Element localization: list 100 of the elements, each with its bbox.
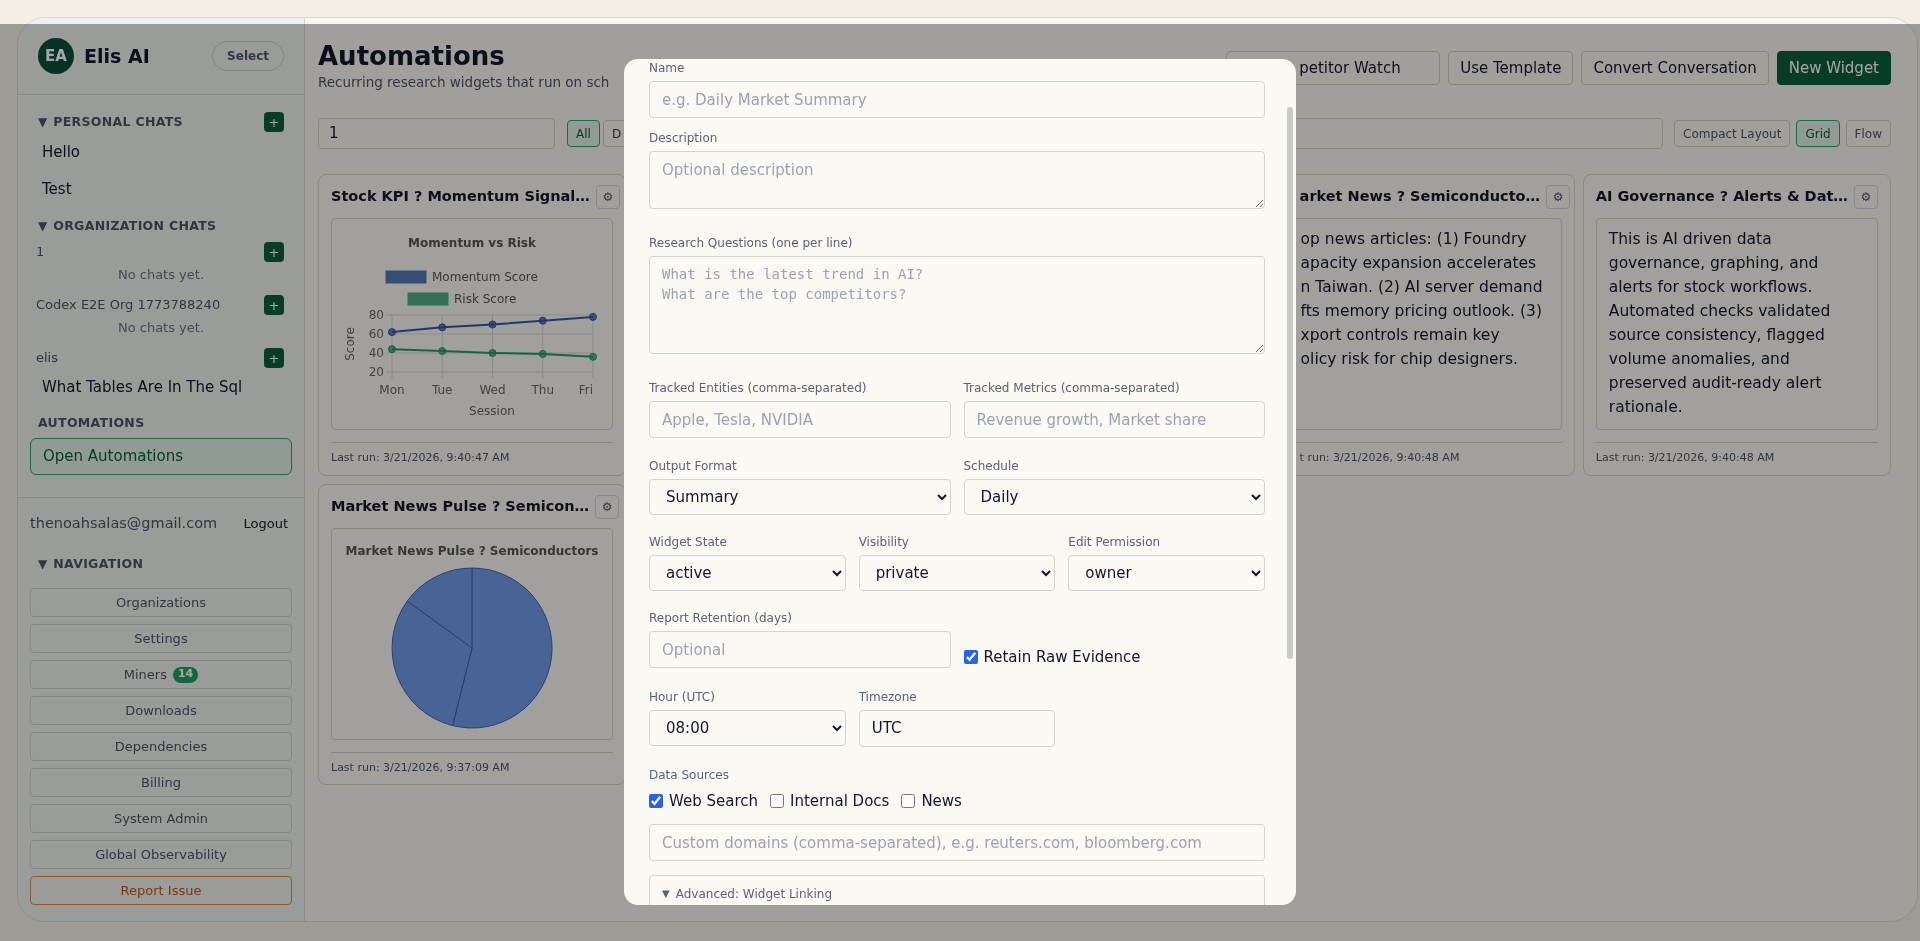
last-run-text: Last run: 3/21/2026, 9:37:09 AM: [331, 759, 511, 776]
checkbox[interactable]: [770, 793, 784, 808]
last-run-text: Last run: 3/21/2026, 9:40:48 AM: [1595, 450, 1776, 466]
field-label: Output Format: [649, 458, 738, 474]
text-area[interactable]: Optional description: [649, 151, 1265, 209]
add-button[interactable]: +: [264, 348, 284, 368]
dropdown[interactable]: Daily: [963, 479, 1265, 515]
organization-name: elis: [36, 349, 58, 368]
user-email: thenoahsalas@gmail.com: [30, 514, 218, 534]
settings-button[interactable]: ⚙: [1854, 185, 1878, 209]
collapsible-section[interactable]: ▼ Advanced: Widget Linking: [649, 875, 1265, 905]
dropdown[interactable]: 08:00: [649, 709, 846, 746]
input-field[interactable]: Apple, Tesla, NVIDIA: [649, 401, 951, 438]
header-button[interactable]: New Widget: [1776, 51, 1891, 85]
section-heading: PERSONAL CHATS: [53, 112, 183, 131]
nav-button[interactable]: Miners 14: [30, 660, 292, 689]
data-point: [538, 349, 547, 358]
add-button[interactable]: +: [264, 112, 284, 132]
checkbox[interactable]: [963, 650, 978, 665]
widget-title: Stock KPI ? Momentum Signal…: [331, 187, 590, 207]
chat-item[interactable]: Hello: [30, 134, 292, 171]
nav-button[interactable]: Downloads: [30, 696, 292, 725]
nav-button[interactable]: System Admin: [30, 804, 292, 833]
data-point: [388, 328, 396, 337]
collapse-toggle[interactable]: ▼: [38, 555, 48, 573]
brand-name: Elis AI: [84, 43, 150, 69]
header-button[interactable]: Use Template: [1448, 51, 1574, 85]
dropdown[interactable]: active: [649, 555, 846, 591]
dropdown[interactable]: owner: [1068, 555, 1265, 591]
data-point: [438, 347, 447, 356]
data-point: [438, 323, 447, 332]
organization-select[interactable]: 1: [318, 118, 555, 149]
axis-tick-label: Mon: [379, 383, 405, 397]
data-point: [488, 320, 497, 329]
header-button[interactable]: Convert Conversation: [1581, 51, 1769, 85]
text-field[interactable]: UTC: [858, 709, 1056, 747]
data-point: [589, 352, 597, 361]
layout-toggle[interactable]: Flow: [1845, 120, 1891, 147]
widget-title: Market News Pulse ? Semicon…: [331, 496, 590, 516]
checkbox-label: Retain Raw Evidence: [983, 647, 1141, 668]
add-button[interactable]: +: [264, 295, 284, 315]
last-run-text: Last run: 3/21/2026, 9:40:47 AM: [331, 450, 511, 466]
nav-button[interactable]: Organizations: [30, 588, 292, 617]
page-title: Automations: [318, 40, 506, 72]
organization-name: 1: [36, 243, 45, 262]
legend-label: Momentum Score: [432, 270, 538, 284]
legend-swatch: [385, 270, 427, 284]
field-label: Research Questions (one per line): [649, 235, 854, 251]
nav-button[interactable]: Dependencies: [30, 732, 292, 761]
chart-title: Momentum vs Risk: [408, 236, 536, 250]
collapse-toggle[interactable]: ▼: [662, 886, 670, 902]
dropdown[interactable]: private: [858, 555, 1056, 591]
settings-button[interactable]: ⚙: [595, 494, 620, 519]
logout-button[interactable]: Logout: [243, 514, 288, 534]
section-heading: ORGANIZATION CHATS: [53, 216, 217, 235]
field-label: Hour (UTC): [649, 688, 716, 705]
nav-button[interactable]: Global Observability: [30, 840, 292, 869]
checkbox[interactable]: [649, 793, 663, 808]
dropdown[interactable]: Summary: [649, 479, 951, 515]
text-area[interactable]: What is the latest trend in AI? What are the top competitors?: [649, 256, 1265, 354]
empty-message: No chats yet.: [117, 319, 205, 338]
input-field[interactable]: Revenue growth, Market share: [963, 401, 1265, 438]
layout-toggle[interactable]: Compact Layout: [1674, 120, 1791, 147]
section-heading: NAVIGATION: [53, 554, 144, 573]
input-field[interactable]: e.g. Daily Market Summary: [649, 81, 1265, 118]
checkbox[interactable]: [901, 793, 916, 808]
settings-button[interactable]: ⚙: [1546, 185, 1571, 209]
section-heading: AUTOMATIONS: [38, 413, 145, 432]
input-field[interactable]: Custom domains (comma-separated), e.g. reuters.com, bloomberg.com: [649, 824, 1265, 861]
add-button[interactable]: +: [264, 242, 284, 262]
layout-toggle[interactable]: Grid: [1796, 120, 1840, 147]
settings-button[interactable]: ⚙: [595, 185, 620, 209]
filter-tab[interactable]: All: [567, 120, 600, 147]
collapse-toggle[interactable]: ▼: [38, 217, 48, 235]
section-label: Advanced: Widget Linking: [675, 886, 833, 902]
field-label: Visibility: [858, 534, 910, 550]
data-point: [589, 312, 597, 321]
field-label: Tracked Metrics (comma-separated): [963, 380, 1181, 396]
last-run-text: t run: 3/21/2026, 9:40:48 AM: [1298, 450, 1461, 466]
field-label: Name: [649, 60, 686, 76]
widget-title: arket News ? Semiconducto…: [1298, 187, 1541, 207]
automations-button[interactable]: Open Automations: [30, 438, 292, 475]
summary-line: op news articles: (1) Foundry: [1300, 229, 1528, 250]
scrollbar[interactable]: [1287, 107, 1293, 659]
data-point: [388, 345, 396, 354]
axis-tick-label: Wed: [479, 383, 506, 397]
field-label: Tracked Entities (comma-separated): [649, 380, 868, 396]
axis-tick-label: 20: [368, 365, 384, 379]
field-label: Schedule: [963, 458, 1020, 474]
nav-button[interactable]: Settings: [30, 624, 292, 653]
nav-button[interactable]: Report Issue: [30, 876, 292, 905]
nav-button[interactable]: Billing: [30, 768, 292, 797]
page-subtitle: Recurring research widgets that run on sch: [318, 73, 610, 92]
axis-tick-label: 60: [368, 327, 384, 341]
input-field[interactable]: Optional: [649, 631, 951, 668]
chat-item[interactable]: Test: [30, 171, 292, 208]
chat-item[interactable]: What Tables Are In The Sql: [30, 370, 292, 404]
summary-line: xport controls remain key: [1300, 325, 1501, 346]
summary-line: n Taiwan. (2) AI server demand: [1300, 277, 1544, 298]
collapse-toggle[interactable]: ▼: [38, 113, 48, 131]
